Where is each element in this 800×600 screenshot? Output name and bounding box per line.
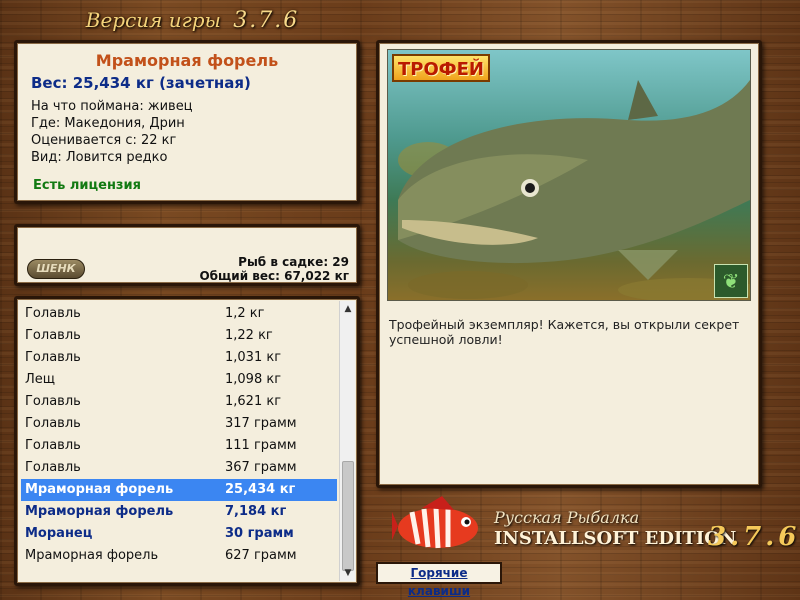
brand-fish-logo — [392, 496, 478, 549]
catch-weight: 1,031 кг — [225, 350, 282, 365]
hotkeys-button[interactable]: Горячие клавиши — [376, 562, 502, 598]
catch-row-selected[interactable]: Мраморная форель 25,434 кг — [21, 479, 337, 501]
trophy-badge: ТРОФЕЙ — [392, 54, 490, 82]
catch-name: Голавль — [25, 306, 81, 321]
species-info: Вид: Ловится редко — [31, 150, 168, 165]
catch-list-scrollbar[interactable]: ▲ ▼ — [339, 301, 355, 581]
game-brand: Русская Рыбалка INSTALLSOFT EDITION 3.7.… — [390, 494, 796, 560]
license-status: Есть лицензия — [33, 178, 141, 193]
trout-illustration — [398, 80, 750, 300]
catch-list-panel: Голавль 1,2 кг Голавль 1,22 кг Голавль 1,03… — [14, 296, 360, 586]
catch-name: Голавль — [25, 460, 81, 475]
catch-name: Голавль — [25, 438, 81, 453]
catch-name: Лещ — [25, 372, 56, 387]
trophy-photo-panel: ТРОФЕЙ ❦ Трофейный экземпляр! Кажется, в… — [376, 40, 762, 488]
catch-weight: 111 грамм — [225, 438, 297, 453]
brand-version: 3.7.6 — [708, 522, 800, 552]
catch-name: Моранец — [25, 526, 93, 541]
catch-weight: 1,098 кг — [225, 372, 282, 387]
scroll-down-arrow-icon[interactable]: ▼ — [340, 565, 356, 581]
catch-weight: 7,184 кг — [225, 504, 287, 519]
catch-row[interactable]: Голавль 1,031 кг — [21, 347, 337, 369]
catch-list: Голавль 1,2 кг Голавль 1,22 кг Голавль 1,03… — [21, 303, 337, 567]
catch-row[interactable]: Голавль 111 грамм — [21, 435, 337, 457]
fish-info-panel: Мраморная форель Вес: 25,434 кг (зачетна… — [14, 40, 360, 204]
catch-row[interactable]: Лещ 1,098 кг — [21, 369, 337, 391]
catch-name: Мраморная форель — [25, 548, 159, 563]
version-number: 3.7.6 — [233, 8, 300, 33]
bait-info: На что поймана: живец — [31, 99, 193, 114]
location-info: Где: Македония, Дрин — [31, 116, 185, 131]
catch-row[interactable]: Мраморная форель 7,184 кг — [21, 501, 337, 523]
catch-row[interactable]: Мраморная форель 627 грамм — [21, 545, 337, 567]
rating-info: Оценивается с: 22 кг — [31, 133, 177, 148]
catch-name: Голавль — [25, 350, 81, 365]
catch-weight: 367 грамм — [225, 460, 297, 475]
catch-row[interactable]: Голавль 317 грамм — [21, 413, 337, 435]
catch-name: Мраморная форель — [25, 482, 174, 497]
catch-weight: 25,434 кг — [225, 482, 296, 497]
catch-row[interactable]: Голавль 1,22 кг — [21, 325, 337, 347]
fish-count: Рыб в садке: 29 — [238, 255, 349, 269]
scroll-thumb[interactable] — [342, 461, 354, 571]
catch-row[interactable]: Голавль 1,621 кг — [21, 391, 337, 413]
catch-weight: 1,2 кг — [225, 306, 265, 321]
catch-name: Голавль — [25, 328, 81, 343]
total-weight: Общий вес: 67,022 кг — [199, 269, 349, 283]
butterfly-icon[interactable]: ❦ — [714, 264, 748, 298]
trophy-description: Трофейный экземпляр! Кажется, вы открыли… — [389, 317, 740, 347]
catch-weight: 317 грамм — [225, 416, 297, 431]
brand-edition: INSTALLSOFT EDITION — [494, 528, 737, 549]
catch-row[interactable]: Голавль 1,2 кг — [21, 303, 337, 325]
version-label: Версия игры — [85, 8, 221, 32]
catch-weight: 1,22 кг — [225, 328, 273, 343]
fish-photo: ТРОФЕЙ ❦ — [387, 49, 751, 301]
scroll-up-arrow-icon[interactable]: ▲ — [340, 301, 356, 317]
catch-weight: 627 грамм — [225, 548, 297, 563]
catch-name: Голавль — [25, 416, 81, 431]
fish-name: Мраморная форель — [95, 51, 279, 70]
catch-row[interactable]: Моранец 30 грамм — [21, 523, 337, 545]
catch-name: Мраморная форель — [25, 504, 174, 519]
keepnet-logo[interactable]: ШЕНК — [27, 259, 85, 279]
fish-weight: Вес: 25,434 кг (зачетная) — [31, 74, 251, 92]
catch-weight: 1,621 кг — [225, 394, 282, 409]
catch-name: Голавль — [25, 394, 81, 409]
catch-row[interactable]: Голавль 367 грамм — [21, 457, 337, 479]
game-version-title: Версия игры 3.7.6 — [0, 8, 385, 33]
catch-weight: 30 грамм — [225, 526, 294, 541]
keepnet-panel: ШЕНК Рыб в садке: 29 Общий вес: 67,022 к… — [14, 224, 360, 286]
brand-title: Русская Рыбалка — [494, 508, 640, 527]
